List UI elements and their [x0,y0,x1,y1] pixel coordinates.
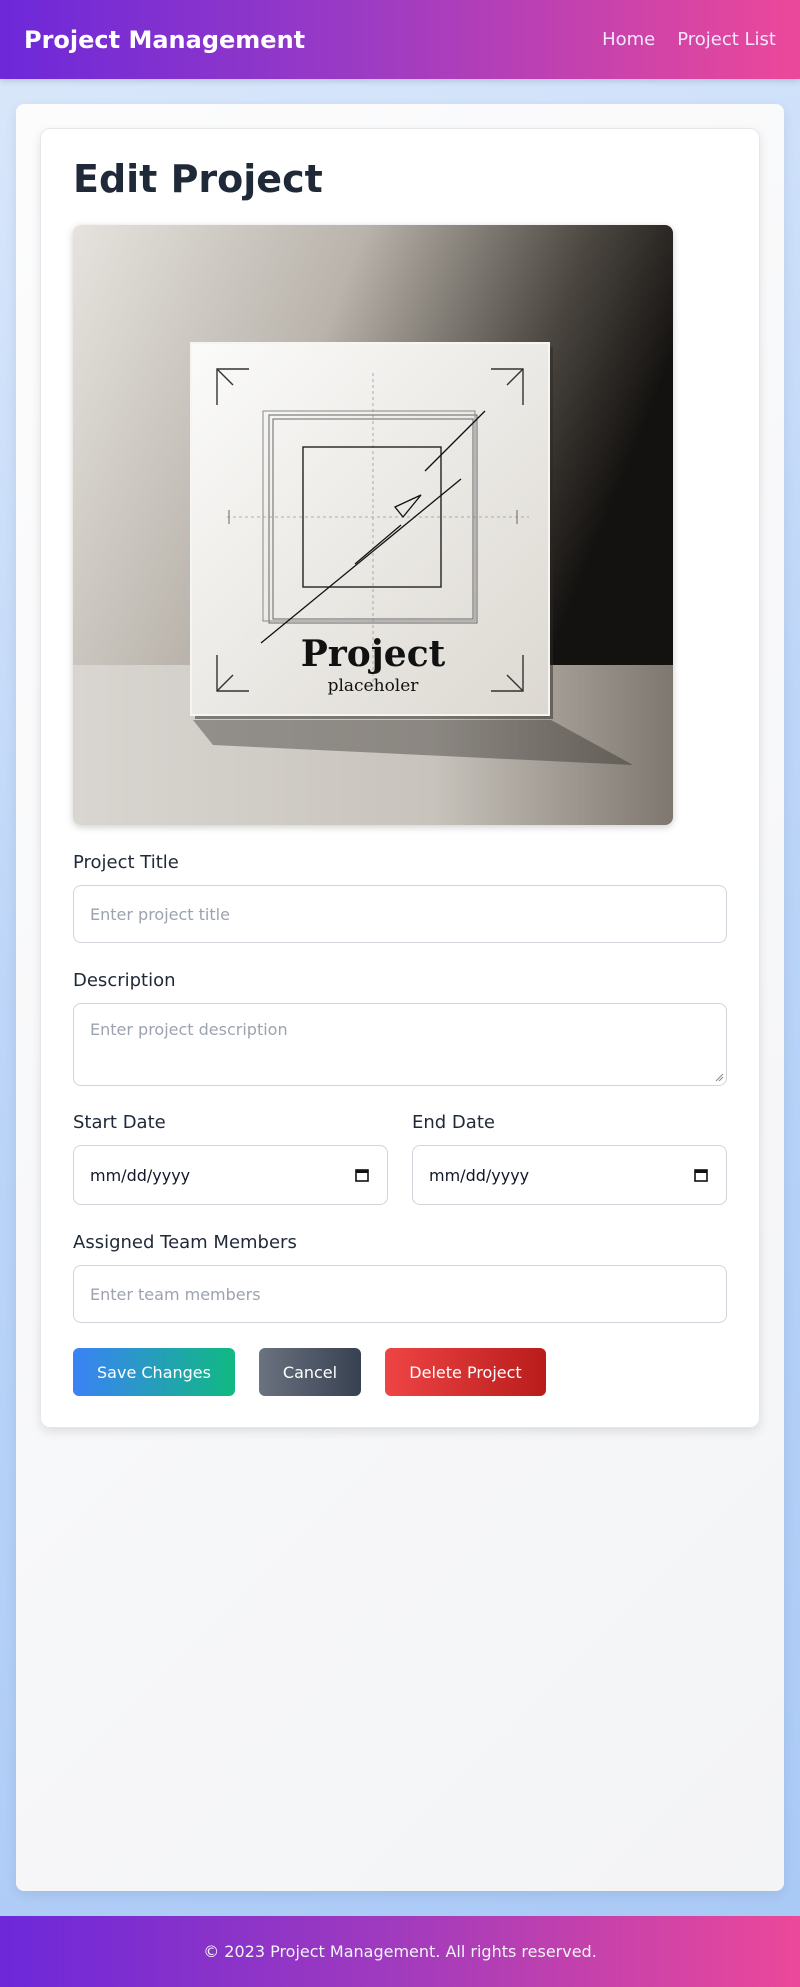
top-navbar: Project Management Home Project List [0,0,800,79]
end-date-input[interactable]: mm/dd/yyyy [412,1145,727,1205]
start-date-value: mm/dd/yyyy [90,1165,191,1185]
description-textarea[interactable] [73,1003,727,1086]
project-image: Project placeholer [73,225,673,825]
start-date-label: Start Date [73,1112,166,1133]
image-caption-text: placeholer [328,676,420,696]
team-members-label: Assigned Team Members [73,1232,297,1253]
nav-link-home[interactable]: Home [602,29,655,50]
project-title-label: Project Title [73,852,179,873]
project-title-input[interactable] [73,885,727,943]
page-title: Edit Project [73,157,323,201]
footer: © 2023 Project Management. All rights re… [0,1916,800,1987]
footer-copyright: © 2023 Project Management. All rights re… [203,1942,597,1961]
calendar-icon[interactable] [355,1168,369,1182]
end-date-label: End Date [412,1112,495,1133]
end-date-value: mm/dd/yyyy [429,1165,530,1185]
resize-grip-icon[interactable] [714,1072,724,1082]
description-label: Description [73,970,176,991]
save-changes-button[interactable]: Save Changes [73,1348,235,1396]
start-date-input[interactable]: mm/dd/yyyy [73,1145,388,1205]
brand-title[interactable]: Project Management [24,26,305,54]
cancel-button[interactable]: Cancel [259,1348,361,1396]
image-heading-text: Project [301,633,446,675]
nav-links: Home Project List [602,29,776,50]
nav-link-project-list[interactable]: Project List [677,29,776,50]
team-members-input[interactable] [73,1265,727,1323]
delete-project-button[interactable]: Delete Project [385,1348,546,1396]
calendar-icon[interactable] [694,1168,708,1182]
